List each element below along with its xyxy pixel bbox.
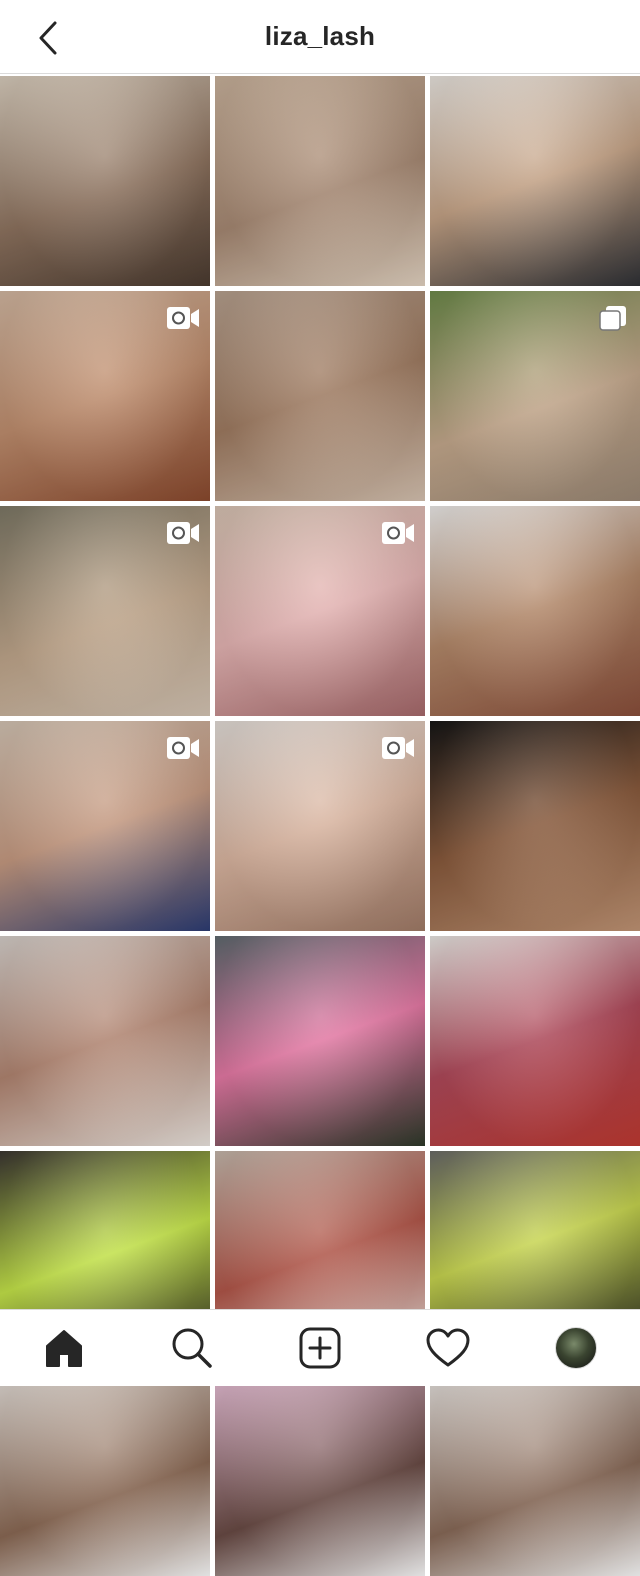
- post-tile[interactable]: [0, 76, 210, 286]
- home-icon: [46, 1330, 82, 1367]
- post-tile[interactable]: [215, 291, 425, 501]
- post-tile[interactable]: [215, 506, 425, 716]
- carousel-icon: [599, 306, 626, 331]
- top-bar: liza_lash: [0, 0, 640, 74]
- post-tile[interactable]: [215, 76, 425, 286]
- back-button[interactable]: [30, 18, 66, 58]
- video-icon: [382, 522, 414, 544]
- post-tile[interactable]: [0, 506, 210, 716]
- nav-search-button[interactable]: [160, 1316, 224, 1380]
- nav-activity-button[interactable]: [416, 1316, 480, 1380]
- nav-profile-button[interactable]: [544, 1316, 608, 1380]
- post-tile[interactable]: [430, 936, 640, 1146]
- heart-icon: [426, 1328, 470, 1367]
- post-tile[interactable]: [430, 1366, 640, 1576]
- post-tile[interactable]: [0, 721, 210, 931]
- avatar: [555, 1327, 597, 1369]
- post-tile[interactable]: [430, 291, 640, 501]
- nav-home-button[interactable]: [32, 1316, 96, 1380]
- post-tile[interactable]: [430, 506, 640, 716]
- page-title: liza_lash: [264, 21, 376, 51]
- search-icon: [172, 1328, 212, 1368]
- plus-square-icon: [299, 1327, 341, 1369]
- chevron-left-icon: [39, 21, 57, 55]
- post-tile[interactable]: [0, 1366, 210, 1576]
- video-icon: [382, 737, 414, 759]
- post-tile[interactable]: [0, 291, 210, 501]
- post-tile[interactable]: [0, 936, 210, 1146]
- nav-create-button[interactable]: [288, 1316, 352, 1380]
- video-icon: [167, 737, 199, 759]
- post-tile[interactable]: [215, 721, 425, 931]
- video-icon: [167, 307, 199, 329]
- post-tile[interactable]: [430, 76, 640, 286]
- video-icon: [167, 522, 199, 544]
- bottom-nav: [0, 1309, 640, 1386]
- post-tile[interactable]: [430, 721, 640, 931]
- post-tile[interactable]: [215, 936, 425, 1146]
- post-tile[interactable]: [215, 1366, 425, 1576]
